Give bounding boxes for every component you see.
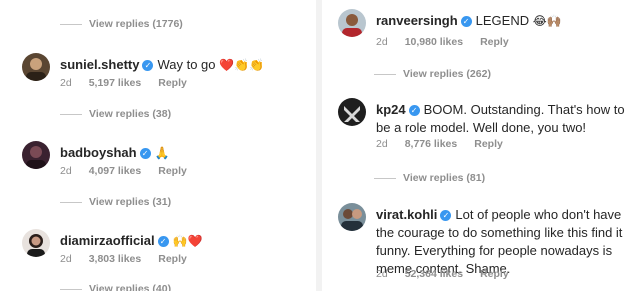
view-replies-button[interactable]: View replies (40) (60, 283, 171, 291)
username-link[interactable]: virat.kohli (376, 207, 437, 222)
comment-time: 2d (376, 268, 388, 280)
reply-button[interactable]: Reply (158, 77, 187, 89)
username-link[interactable]: diamirzaofficial (60, 233, 155, 248)
avatar[interactable] (22, 53, 50, 81)
comments-panel-left: View replies (1776) suniel.shetty ✓ Way to… (0, 0, 316, 291)
divider-line (60, 23, 82, 25)
comment-item: badboyshah ✓ 🙏 2d 4,097 likes Reply (22, 141, 316, 181)
comment-text-line: the courage to do something like this fi… (376, 225, 623, 240)
likes-count[interactable]: 3,803 likes (89, 253, 142, 265)
view-replies-label: View replies (1776) (89, 18, 183, 30)
comment-body: ranveersingh ✓ LEGEND 😂🙌🏽 (376, 12, 562, 30)
comment-meta: 2d 5,197 likes Reply (60, 77, 187, 89)
divider-line (374, 177, 396, 179)
divider-line (60, 113, 82, 115)
comment-item: virat.kohli ✓ Lot of people who don't have… (338, 203, 640, 289)
comment-body: kp24 ✓ BOOM. Outstanding. That's how to be… (376, 101, 625, 137)
avatar[interactable] (338, 98, 366, 126)
view-replies-label: View replies (31) (89, 196, 172, 208)
avatar[interactable] (22, 141, 50, 169)
comment-text-line: BOOM. Outstanding. That's how to (423, 102, 625, 117)
verified-badge-icon: ✓ (460, 16, 472, 27)
comment-time: 2d (60, 253, 72, 265)
view-replies-button[interactable]: View replies (31) (60, 196, 171, 208)
comment-text: Way to go (157, 57, 216, 72)
comment-emoji: 🙌❤️ (172, 234, 203, 248)
divider-line (60, 288, 82, 290)
verified-badge-icon: ✓ (139, 148, 151, 159)
verified-badge-icon: ✓ (408, 105, 420, 116)
reply-button[interactable]: Reply (480, 36, 509, 48)
view-replies-label: View replies (81) (403, 172, 486, 184)
view-replies-label: View replies (40) (89, 283, 172, 291)
view-replies-label: View replies (262) (403, 68, 491, 80)
comment-item: diamirzaofficial ✓ 🙌❤️ 2d 3,803 likes Repl… (22, 229, 316, 269)
comment-meta: 2d 52,364 likes Reply (376, 268, 509, 280)
comment-text-line: be a role model. Well done, you two! (376, 120, 587, 135)
verified-badge-icon: ✓ (440, 210, 452, 221)
comment-meta: 2d 10,980 likes Reply (376, 36, 509, 48)
comment-emoji: 😂🙌🏽 (532, 14, 562, 28)
comments-panel-right: ranveersingh ✓ LEGEND 😂🙌🏽 2d 10,980 likes … (322, 0, 640, 291)
comment-body: diamirzaofficial ✓ 🙌❤️ (60, 232, 203, 250)
comment-body: suniel.shetty ✓ Way to go ❤️👏👏 (60, 56, 264, 74)
username-link[interactable]: kp24 (376, 102, 406, 117)
view-replies-button[interactable]: View replies (81) (374, 172, 485, 184)
avatar[interactable] (338, 9, 366, 37)
comment-text-line: Lot of people who don't have (455, 207, 622, 222)
username-link[interactable]: ranveersingh (376, 13, 458, 28)
comment-text: LEGEND (475, 13, 530, 28)
verified-badge-icon: ✓ (142, 60, 154, 71)
verified-badge-icon: ✓ (157, 236, 169, 247)
comment-item: ranveersingh ✓ LEGEND 😂🙌🏽 2d 10,980 likes … (338, 9, 640, 49)
likes-count[interactable]: 4,097 likes (89, 165, 142, 177)
likes-count[interactable]: 5,197 likes (89, 77, 142, 89)
reply-button[interactable]: Reply (480, 268, 509, 280)
comment-body: badboyshah ✓ 🙏 (60, 144, 170, 162)
comment-time: 2d (376, 138, 388, 150)
comment-emoji: ❤️👏👏 (219, 58, 264, 72)
username-link[interactable]: suniel.shetty (60, 57, 139, 72)
comment-meta: 2d 4,097 likes Reply (60, 165, 187, 177)
likes-count[interactable]: 52,364 likes (405, 268, 463, 280)
comment-time: 2d (60, 165, 72, 177)
view-replies-label: View replies (38) (89, 108, 172, 120)
view-replies-button[interactable]: View replies (1776) (60, 18, 183, 30)
divider-line (374, 73, 396, 75)
likes-count[interactable]: 10,980 likes (405, 36, 463, 48)
avatar[interactable] (22, 229, 50, 257)
comment-time: 2d (376, 36, 388, 48)
view-replies-button[interactable]: View replies (262) (374, 68, 491, 80)
reply-button[interactable]: Reply (158, 253, 187, 265)
comment-meta: 2d 8,776 likes Reply (376, 138, 503, 150)
reply-button[interactable]: Reply (474, 138, 503, 150)
comment-meta: 2d 3,803 likes Reply (60, 253, 187, 265)
comment-time: 2d (60, 77, 72, 89)
comment-text-line: funny. Everything for people nowadays is (376, 243, 613, 258)
comment-item: suniel.shetty ✓ Way to go ❤️👏👏 2d 5,197 li… (22, 53, 316, 93)
avatar[interactable] (338, 203, 366, 231)
username-link[interactable]: badboyshah (60, 145, 137, 160)
likes-count[interactable]: 8,776 likes (405, 138, 458, 150)
divider-line (60, 201, 82, 203)
reply-button[interactable]: Reply (158, 165, 187, 177)
comment-item: kp24 ✓ BOOM. Outstanding. That's how to be… (338, 98, 640, 154)
comment-emoji: 🙏 (154, 146, 170, 160)
view-replies-button[interactable]: View replies (38) (60, 108, 171, 120)
